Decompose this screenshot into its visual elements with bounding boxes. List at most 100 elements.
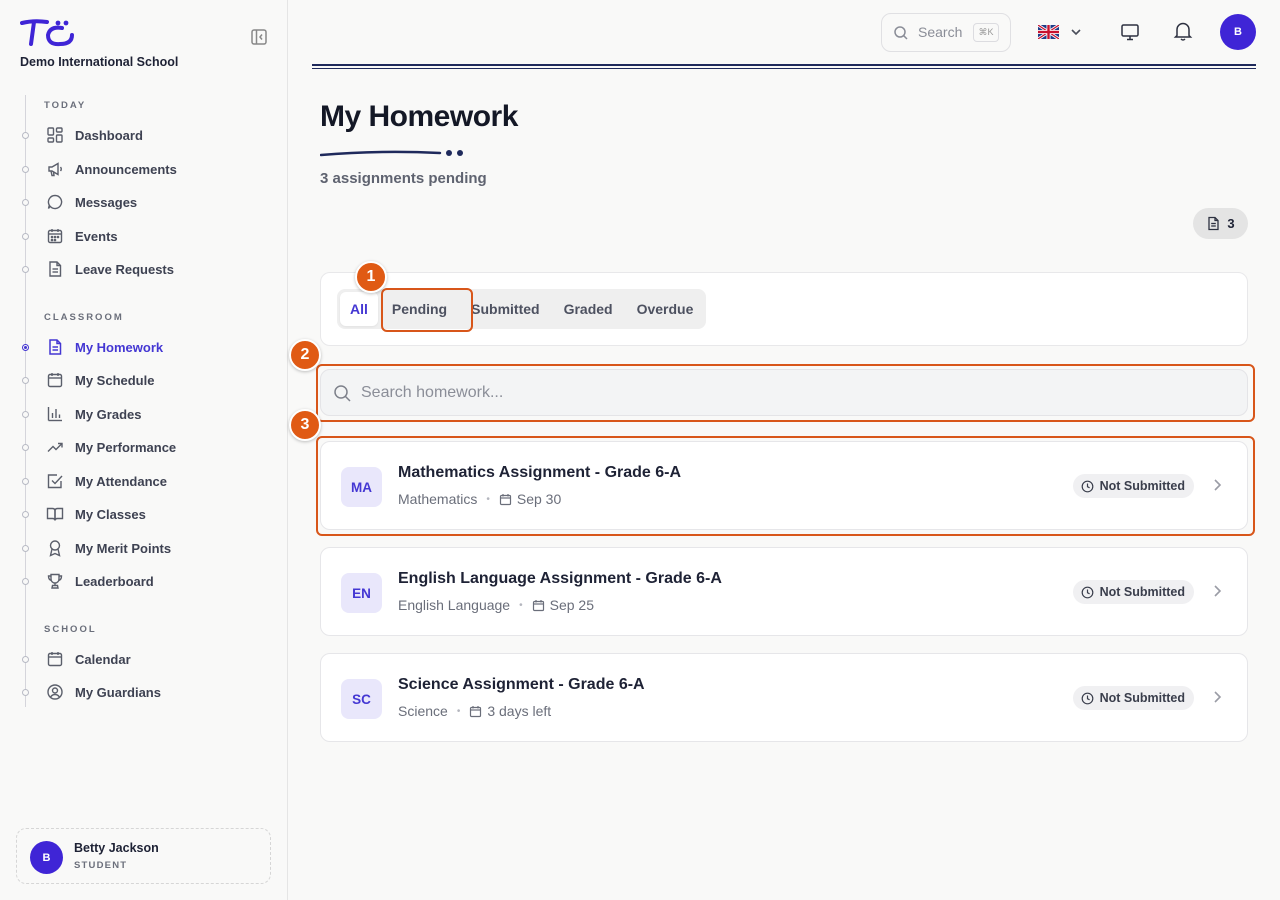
clock-icon (1081, 480, 1093, 492)
homework-card[interactable]: SC Science Assignment - Grade 6-A Scienc… (320, 653, 1248, 742)
language-selector[interactable] (1038, 22, 1086, 42)
bell-icon[interactable] (1172, 20, 1194, 42)
document-icon (1208, 216, 1220, 231)
sidebar-item-my-homework[interactable]: My Homework (20, 333, 270, 361)
tab-overdue[interactable]: Overdue (627, 292, 704, 326)
calendar-icon (470, 705, 482, 717)
nav-dot (22, 444, 29, 451)
sidebar-item-leave-requests[interactable]: Leave Requests (20, 255, 270, 283)
sidebar-item-label: My Merit Points (75, 540, 172, 556)
section-label-today: TODAY (44, 100, 87, 111)
status-text: Not Submitted (1099, 479, 1185, 493)
tab-all[interactable]: All (340, 292, 378, 326)
nav-dot (22, 656, 29, 663)
avatar[interactable]: B (1220, 14, 1256, 50)
keyboard-shortcut-badge: ⌘K (973, 23, 999, 42)
checkbox-icon (47, 474, 63, 489)
chevron-right-icon (1214, 691, 1222, 703)
homework-meta: English Language • Sep 25 (398, 597, 594, 613)
homework-count: 3 (1227, 216, 1235, 231)
global-search-button[interactable]: Search ⌘K (881, 13, 1011, 52)
chat-bubble-icon (47, 194, 63, 210)
calendar-grid-icon (47, 229, 63, 244)
subject-badge: SC (341, 679, 382, 719)
trending-up-icon (47, 442, 63, 452)
avatar: B (30, 841, 63, 874)
calendar-icon (499, 493, 511, 505)
sidebar-item-my-merit-points[interactable]: My Merit Points (20, 534, 270, 562)
homework-title: Mathematics Assignment - Grade 6-A (398, 464, 682, 481)
sidebar-item-label: Leave Requests (75, 261, 174, 277)
sidebar-item-leaderboard[interactable]: Leaderboard (20, 567, 270, 595)
sidebar-item-dashboard[interactable]: Dashboard (20, 121, 270, 149)
megaphone-icon (48, 162, 62, 177)
filter-tabs: All Pending Submitted Graded Overdue (337, 289, 707, 329)
sidebar-item-my-grades[interactable]: My Grades (20, 400, 270, 428)
clock-icon (1081, 586, 1093, 598)
chevron-right-icon (1214, 479, 1222, 491)
tab-pending[interactable]: Pending (382, 292, 457, 326)
page-subtitle: 3 assignments pending (320, 170, 487, 187)
homework-card[interactable]: EN English Language Assignment - Grade 6… (320, 547, 1248, 636)
sidebar-item-my-schedule[interactable]: My Schedule (20, 366, 270, 394)
nav-dot (22, 478, 29, 485)
subject-badge: EN (341, 573, 382, 613)
subject-badge: MA (341, 467, 382, 507)
tab-graded[interactable]: Graded (554, 292, 623, 326)
meta-separator: • (519, 599, 523, 611)
homework-title: Science Assignment - Grade 6-A (398, 676, 645, 693)
nav-dot (22, 511, 29, 518)
nav-dot (22, 578, 29, 585)
sidebar-item-label: My Performance (75, 439, 177, 455)
header-divider (312, 64, 1256, 69)
homework-search-input[interactable] (361, 370, 1231, 415)
school-logo-icon[interactable] (20, 18, 76, 48)
status-badge: Not Submitted (1072, 580, 1194, 604)
sidebar-item-label: My Homework (75, 339, 164, 355)
status-badge: Not Submitted (1072, 686, 1194, 710)
nav-dot (22, 199, 29, 206)
nav-dot (22, 132, 29, 139)
section-label-school: SCHOOL (44, 624, 97, 635)
meta-separator: • (486, 493, 490, 505)
search-icon (894, 26, 908, 40)
open-book-icon (46, 507, 64, 521)
sidebar-item-calendar[interactable]: Calendar (20, 645, 270, 673)
dashboard-grid-icon (47, 127, 63, 143)
section-label-classroom: CLASSROOM (44, 312, 124, 323)
collapse-sidebar-icon[interactable] (250, 28, 268, 46)
sidebar-item-label: Dashboard (75, 127, 143, 143)
sidebar-item-events[interactable]: Events (20, 222, 270, 250)
tab-submitted[interactable]: Submitted (461, 292, 549, 326)
sidebar-item-messages[interactable]: Messages (20, 188, 270, 216)
sidebar-item-label: My Schedule (75, 372, 155, 388)
homework-due: Sep 25 (549, 597, 594, 613)
user-profile-card[interactable]: B Betty Jackson STUDENT (16, 828, 271, 884)
sidebar-item-my-attendance[interactable]: My Attendance (20, 467, 270, 495)
homework-due: 3 days left (487, 703, 552, 719)
sidebar-item-my-guardians[interactable]: My Guardians (20, 678, 270, 706)
chevron-down-icon (1071, 29, 1081, 36)
meta-separator: • (456, 705, 461, 717)
monitor-icon[interactable] (1119, 21, 1141, 43)
sidebar-item-my-classes[interactable]: My Classes (20, 500, 270, 528)
calendar-icon (47, 652, 63, 667)
user-role: STUDENT (74, 860, 128, 871)
nav-dot (22, 266, 29, 273)
title-underline-decoration (320, 150, 463, 157)
callout-marker-2: 2 (289, 339, 321, 371)
sidebar-item-label: My Guardians (75, 684, 161, 700)
sidebar-item-label: Leaderboard (75, 573, 154, 589)
callout-marker-3: 3 (289, 409, 321, 441)
sidebar-item-label: Messages (75, 194, 138, 210)
status-text: Not Submitted (1099, 585, 1185, 599)
sidebar-item-my-performance[interactable]: My Performance (20, 433, 270, 461)
status-text: Not Submitted (1099, 691, 1185, 705)
calendar-icon (47, 373, 63, 388)
homework-meta: Mathematics • Sep 30 (398, 491, 561, 507)
callout-marker-1: 1 (355, 261, 387, 293)
clock-icon (1081, 692, 1093, 704)
bar-chart-icon (47, 407, 62, 422)
sidebar-item-announcements[interactable]: Announcements (20, 155, 270, 183)
homework-card[interactable]: MA Mathematics Assignment - Grade 6-A Ma… (320, 441, 1248, 530)
